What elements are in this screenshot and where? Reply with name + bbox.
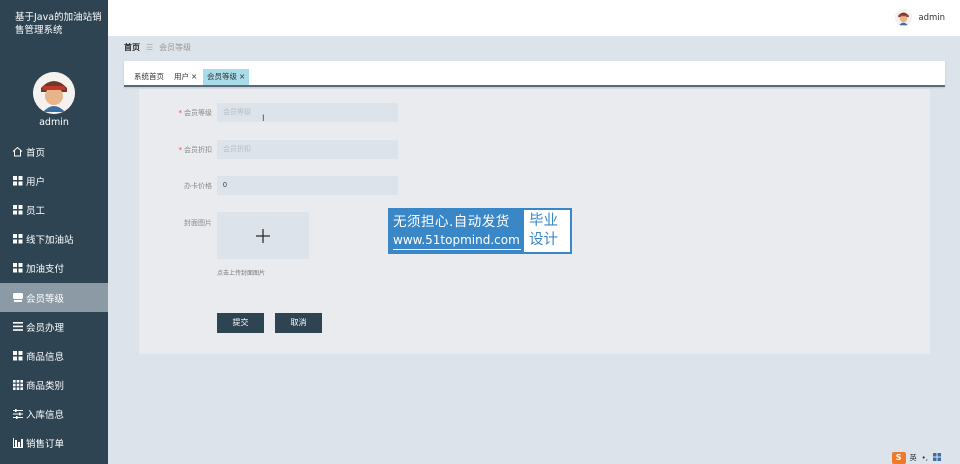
cover-upload[interactable] [217,212,309,259]
sliders-icon [12,409,23,420]
label-text: 封面图片 [184,219,212,227]
sidebar-item-member-level[interactable]: 会员等级 [0,282,108,313]
watermark-right: 毕业 设计 [524,210,570,252]
grid-icon [12,234,23,245]
sidebar-item-label: 入库信息 [26,410,65,422]
punctuation-icon[interactable]: •, [922,454,928,462]
tab-label: 用户 [174,72,189,81]
sidebar-item-sales-orders[interactable]: 销售订单 [0,429,108,458]
watermark-left: 无须担心.自动发货 www.51topmind.com [390,210,524,252]
cover-label: 封面图片 [150,218,212,228]
sidebar-item-payment[interactable]: 加油支付 [0,254,108,283]
sidebar-item-label: 首页 [26,147,46,159]
breadcrumb: 首页 ☰ 会员等级 [124,42,191,53]
system-tray: S 英 •, [891,452,946,464]
chart-icon [12,438,23,449]
sidebar-item-users[interactable]: 用户 [0,166,108,195]
grid-icon [12,350,23,361]
top-username: admin [918,12,945,23]
sidebar-item-label: 会员办理 [26,322,65,334]
sidebar-item-products[interactable]: 商品信息 [0,341,108,370]
apps-icon [12,380,23,391]
breadcrumb-current: 会员等级 [159,43,192,52]
breadcrumb-separator: ☰ [146,43,154,52]
text-cursor-icon: I [262,114,265,124]
tab-member-level[interactable]: 会员等级 × [203,69,250,85]
sidebar-item-label: 线下加油站 [26,235,74,247]
sidebar-item-label: 会员等级 [26,293,65,305]
plus-icon [256,228,270,243]
sidebar-menu: 首页 用户 员工 线下加油站 加油支付 会员等级 会员办理 商品信息 商品类别 … [0,137,108,458]
sidebar-item-label: 商品信息 [26,351,65,363]
grid-icon [12,204,23,215]
tab-system-home[interactable]: 系统首页 [130,69,168,85]
ime-logo-icon[interactable]: S [891,452,906,464]
sidebar-item-categories[interactable]: 商品类别 [0,371,108,400]
card-icon [12,292,23,303]
sidebar-item-label: 用户 [26,176,46,188]
discount-label: * 会员折扣 [150,145,213,155]
watermark-line2: www.51topmind.com [393,232,521,250]
upload-hint: 点击上传封面图片 [217,270,266,277]
price-input[interactable] [217,176,398,195]
sidebar-username: admin [39,117,69,128]
keyboard-grid-icon[interactable] [933,453,941,463]
grid-icon [12,263,23,274]
close-icon[interactable]: × [191,72,197,81]
avatar[interactable] [895,9,913,26]
list-icon [12,321,23,332]
ime-language[interactable]: 英 [910,453,917,463]
level-input[interactable] [217,103,398,122]
required-mark: * [178,146,183,154]
top-user-menu[interactable]: admin [895,9,945,26]
top-bar: admin [108,0,960,36]
watermark: 无须担心.自动发货 www.51topmind.com 毕业 设计 [388,208,572,254]
sidebar-item-stations[interactable]: 线下加油站 [0,225,108,254]
sidebar-item-label: 商品类别 [26,381,65,393]
sidebar-item-label: 销售订单 [26,439,65,451]
breadcrumb-home[interactable]: 首页 [124,42,140,53]
tab-users[interactable]: 用户 × [170,69,201,85]
app-title: 基于Java的加油站销售管理系统 [15,12,102,36]
sidebar-item-label: 员工 [26,205,46,217]
tab-label: 系统首页 [134,72,164,81]
sidebar-item-label: 加油支付 [26,264,65,276]
discount-input[interactable] [217,140,398,159]
watermark-right1: 毕业 [529,213,558,229]
watermark-line1: 无须担心.自动发货 [393,213,510,230]
sidebar-item-home[interactable]: 首页 [0,137,108,166]
sidebar-item-member-apply[interactable]: 会员办理 [0,312,108,341]
tab-label: 会员等级 [207,72,237,81]
sidebar-item-employees[interactable]: 员工 [0,195,108,224]
label-text: 办卡价格 [184,182,212,190]
required-mark: * [178,109,183,117]
avatar[interactable] [33,72,75,114]
price-label: 办卡价格 [150,181,212,191]
label-text: 会员等级 [184,109,212,117]
level-label: * 会员等级 [150,108,213,118]
close-icon[interactable]: × [239,72,245,81]
label-text: 会员折扣 [184,146,212,154]
sidebar: 基于Java的加油站销售管理系统 admin 首页 用户 员工 线下加油站 加油… [0,0,108,464]
tab-bar: 系统首页 用户 × 会员等级 × [124,61,945,87]
cancel-button[interactable]: 取消 [275,313,322,333]
grid-icon [12,175,23,186]
sidebar-item-stock-in[interactable]: 入库信息 [0,400,108,429]
watermark-right2: 设计 [529,232,558,248]
home-icon [12,146,23,157]
submit-button[interactable]: 提交 [217,313,264,333]
